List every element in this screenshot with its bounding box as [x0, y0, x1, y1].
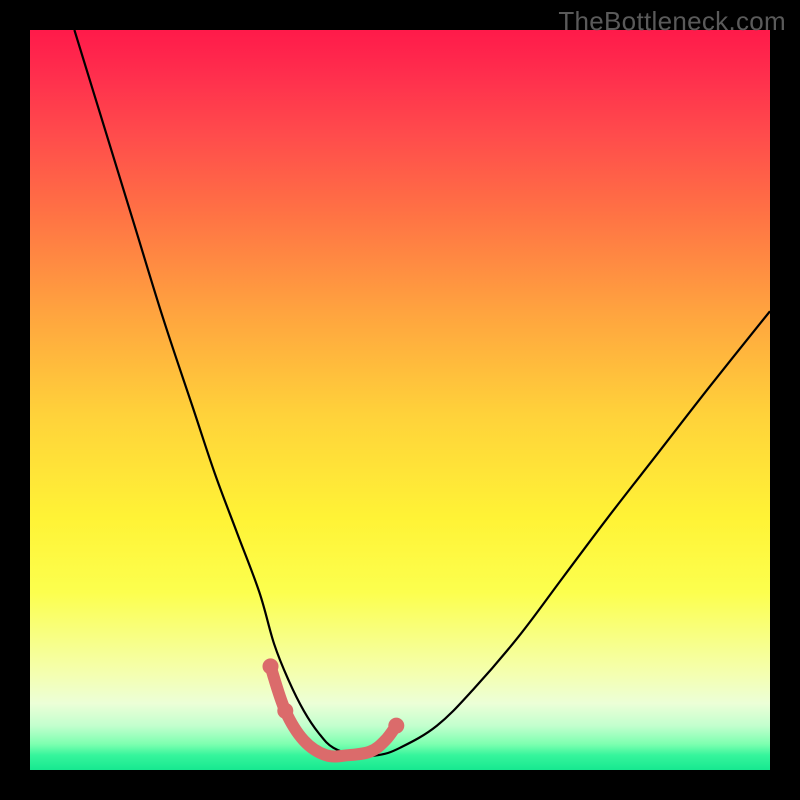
- highlight-dot: [277, 703, 293, 719]
- highlight-dot: [388, 718, 404, 734]
- highlight-dot: [263, 658, 279, 674]
- curves-svg: [30, 30, 770, 770]
- chart-frame: TheBottleneck.com: [0, 0, 800, 800]
- series-bottleneck-curve: [74, 30, 770, 756]
- watermark-text: TheBottleneck.com: [558, 6, 786, 37]
- plot-area: [30, 30, 770, 770]
